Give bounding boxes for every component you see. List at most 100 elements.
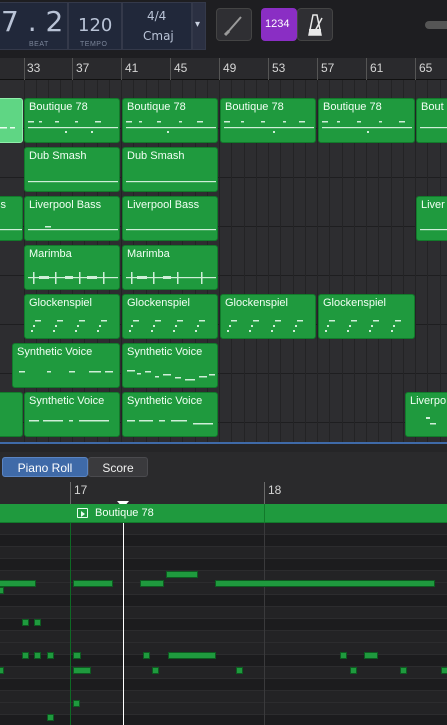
control-bar: 7 . 2 BEAT 120 TEMPO 4/4 Cmaj ▾ 1234	[0, 0, 447, 58]
bar-number: 49	[223, 61, 237, 75]
region-name: Dub Smash	[29, 150, 87, 162]
midi-note[interactable]	[34, 619, 41, 626]
region-name: Boutique 78	[323, 101, 382, 113]
region-synthetic-voice[interactable]: Synthetic Voice	[24, 392, 120, 437]
region-name: Glockenspiel	[127, 297, 190, 309]
editor-divider[interactable]	[0, 442, 447, 452]
region-name: Glockenspiel	[29, 297, 92, 309]
signature-key-display[interactable]: 4/4 Cmaj	[122, 2, 192, 50]
bar-number: 45	[174, 61, 188, 75]
midi-note[interactable]	[166, 571, 198, 578]
midi-note[interactable]	[34, 652, 41, 659]
region-synthetic-voice[interactable]: Synthetic Voice	[12, 343, 120, 388]
tracks-area[interactable]: Boutique 78 Boutique 78 Boutique 78 Bout…	[0, 80, 447, 442]
region-notes	[126, 272, 216, 284]
midi-note[interactable]	[22, 652, 29, 659]
midi-note[interactable]	[47, 714, 54, 721]
region-dub-smash[interactable]: Dub Smash	[122, 147, 218, 192]
region-liverpool-bass[interactable]: Liverpool Bass	[122, 196, 218, 241]
beat-display[interactable]: 7 . 2 BEAT	[0, 2, 68, 50]
midi-note[interactable]	[0, 667, 4, 674]
region-name: Liverpool Bass	[29, 199, 102, 211]
tab-piano-roll[interactable]: Piano Roll	[2, 457, 88, 477]
region-glockenspiel[interactable]: Glockenspiel	[24, 294, 120, 339]
beat-label: BEAT	[29, 41, 49, 48]
region-notes	[126, 229, 216, 231]
region-name: Synthetic Voice	[127, 346, 203, 358]
arrangement-ruler[interactable]: 33 37 41 45 49 53 57 61 65	[0, 58, 447, 80]
midi-note[interactable]	[73, 700, 80, 707]
editor-region-header[interactable]: Boutique 78	[0, 504, 447, 523]
metronome-button[interactable]	[297, 8, 333, 41]
master-volume-slider[interactable]	[425, 21, 447, 29]
region-name: Marimba	[127, 248, 170, 260]
midi-note[interactable]	[47, 652, 54, 659]
region-liverpool-bass[interactable]: Liverpo	[405, 392, 447, 437]
region-notes	[127, 420, 213, 425]
region-notes	[31, 320, 107, 332]
region-boutique-78-selected[interactable]	[0, 98, 23, 143]
region-boutique-78[interactable]: Bout	[416, 98, 447, 143]
region-name: Glockenspiel	[323, 297, 386, 309]
midi-note[interactable]	[236, 667, 243, 674]
beat-value: 7 . 2	[1, 5, 64, 38]
midi-note[interactable]	[340, 652, 347, 659]
region-boutique-78[interactable]: Boutique 78	[220, 98, 316, 143]
editor-header: Piano Roll Score	[0, 452, 447, 482]
midi-note[interactable]	[364, 652, 378, 659]
region-boutique-78[interactable]: Boutique 78	[24, 98, 120, 143]
midi-note[interactable]	[73, 667, 91, 674]
region-marimba[interactable]: Marimba	[24, 245, 120, 290]
region-notes	[426, 417, 436, 425]
region-notes	[29, 420, 109, 422]
tab-score[interactable]: Score	[88, 457, 148, 477]
midi-note[interactable]	[350, 667, 357, 674]
midi-note[interactable]	[152, 667, 159, 674]
ruler-tick	[219, 58, 220, 80]
tempo-display[interactable]: 120 TEMPO	[68, 2, 122, 50]
chevron-down-icon: ▾	[195, 19, 201, 30]
ruler-tick	[24, 58, 25, 80]
count-in-button[interactable]: 1234	[261, 8, 297, 41]
region-boutique-78[interactable]: Boutique 78	[318, 98, 415, 143]
region-notes	[28, 272, 118, 284]
midi-note[interactable]	[73, 652, 81, 659]
region-liverpool-bass[interactable]: Liverpool Bass	[24, 196, 120, 241]
region-glockenspiel[interactable]: Glockenspiel	[122, 294, 218, 339]
midi-note[interactable]	[73, 580, 113, 587]
midi-note[interactable]	[140, 580, 164, 587]
region-glockenspiel[interactable]: Glockenspiel	[318, 294, 415, 339]
editor-ruler[interactable]: 17 18	[0, 482, 447, 508]
midi-note[interactable]	[0, 587, 4, 594]
tempo-value: 120	[78, 15, 113, 36]
lcd-menu-button[interactable]: ▾	[192, 2, 206, 50]
bar-number: 61	[370, 61, 384, 75]
midi-note[interactable]	[143, 652, 150, 659]
midi-note[interactable]	[441, 667, 447, 674]
midi-note[interactable]	[168, 652, 216, 659]
bar-number: 41	[125, 61, 139, 75]
midi-note[interactable]	[22, 619, 29, 626]
tuner-button[interactable]	[216, 8, 252, 41]
region-boutique-78[interactable]: Boutique 78	[122, 98, 218, 143]
region-synthetic-voice[interactable]	[0, 392, 23, 437]
ruler-tick	[268, 58, 269, 80]
region-glockenspiel[interactable]: Glockenspiel	[220, 294, 316, 339]
region-synthetic-voice[interactable]: Synthetic Voice	[122, 392, 218, 437]
loop-play-icon[interactable]	[77, 508, 88, 518]
region-name: Liverpo	[410, 395, 447, 407]
region-liverpool-bass[interactable]: ss	[0, 196, 23, 241]
bar-number: 18	[268, 483, 282, 497]
region-synthetic-voice[interactable]: Synthetic Voice	[122, 343, 218, 388]
ruler-tick	[121, 58, 122, 80]
region-name: ss	[0, 199, 6, 211]
piano-roll-grid[interactable]	[0, 523, 447, 725]
ruler-tick	[317, 58, 318, 80]
midi-note[interactable]	[215, 580, 435, 587]
playhead[interactable]	[123, 523, 124, 725]
midi-note[interactable]	[400, 667, 407, 674]
region-dub-smash[interactable]: Dub Smash	[24, 147, 120, 192]
region-liverpool-bass[interactable]: Liver	[416, 196, 447, 241]
region-marimba[interactable]: Marimba	[122, 245, 218, 290]
midi-note[interactable]	[0, 580, 36, 587]
